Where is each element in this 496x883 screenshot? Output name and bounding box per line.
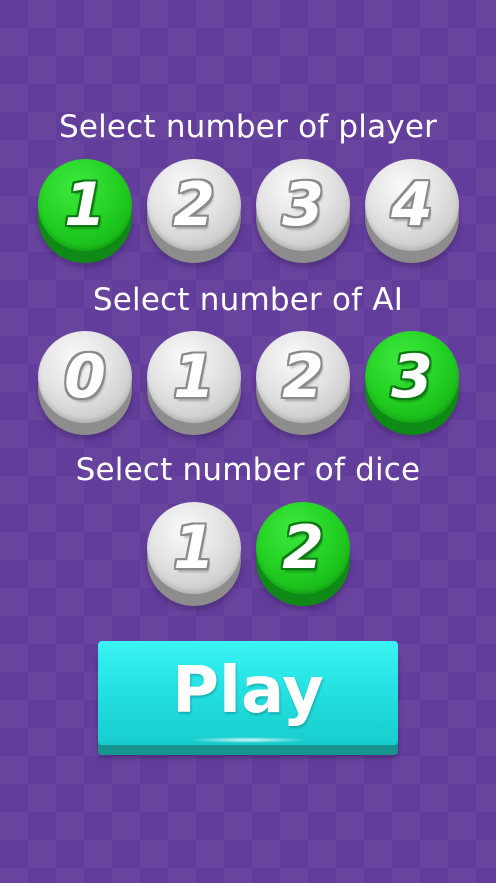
player-option-2[interactable]: 2 [147,159,241,263]
dice-option-2[interactable]: 2 [256,502,350,606]
ai-option-2[interactable]: 2 [256,331,350,435]
player-count-options: 1 2 3 4 [0,159,496,269]
player-option-1-label: 1 [64,170,106,240]
ai-option-0-label: 0 [64,342,106,412]
dice-option-2-label: 2 [282,513,324,583]
play-button-label: Play [172,654,324,728]
player-option-1[interactable]: 1 [38,159,132,263]
ai-option-3[interactable]: 3 [365,331,459,435]
player-option-3[interactable]: 3 [256,159,350,263]
ai-option-1-label: 1 [173,342,215,412]
ai-option-0[interactable]: 0 [38,331,132,435]
ai-option-1[interactable]: 1 [147,331,241,435]
dice-option-1[interactable]: 1 [147,502,241,606]
player-option-2-label: 2 [173,170,215,240]
player-count-label: Select number of player [58,109,438,145]
dice-option-1-label: 1 [173,513,215,583]
dice-count-options: 1 2 [0,502,496,612]
ai-count-options: 0 1 2 3 [0,331,496,441]
ai-option-2-label: 2 [282,342,324,412]
ai-option-3-label: 3 [391,342,433,412]
player-option-3-label: 3 [282,170,324,240]
play-button[interactable]: Play [98,641,398,755]
player-option-4-label: 4 [391,170,433,240]
player-option-4[interactable]: 4 [365,159,459,263]
dice-count-label: Select number of dice [75,452,421,488]
game-setup-screen: Select number of player 1 2 3 4 Select n… [0,0,496,883]
ai-count-label: Select number of AI [92,282,404,318]
